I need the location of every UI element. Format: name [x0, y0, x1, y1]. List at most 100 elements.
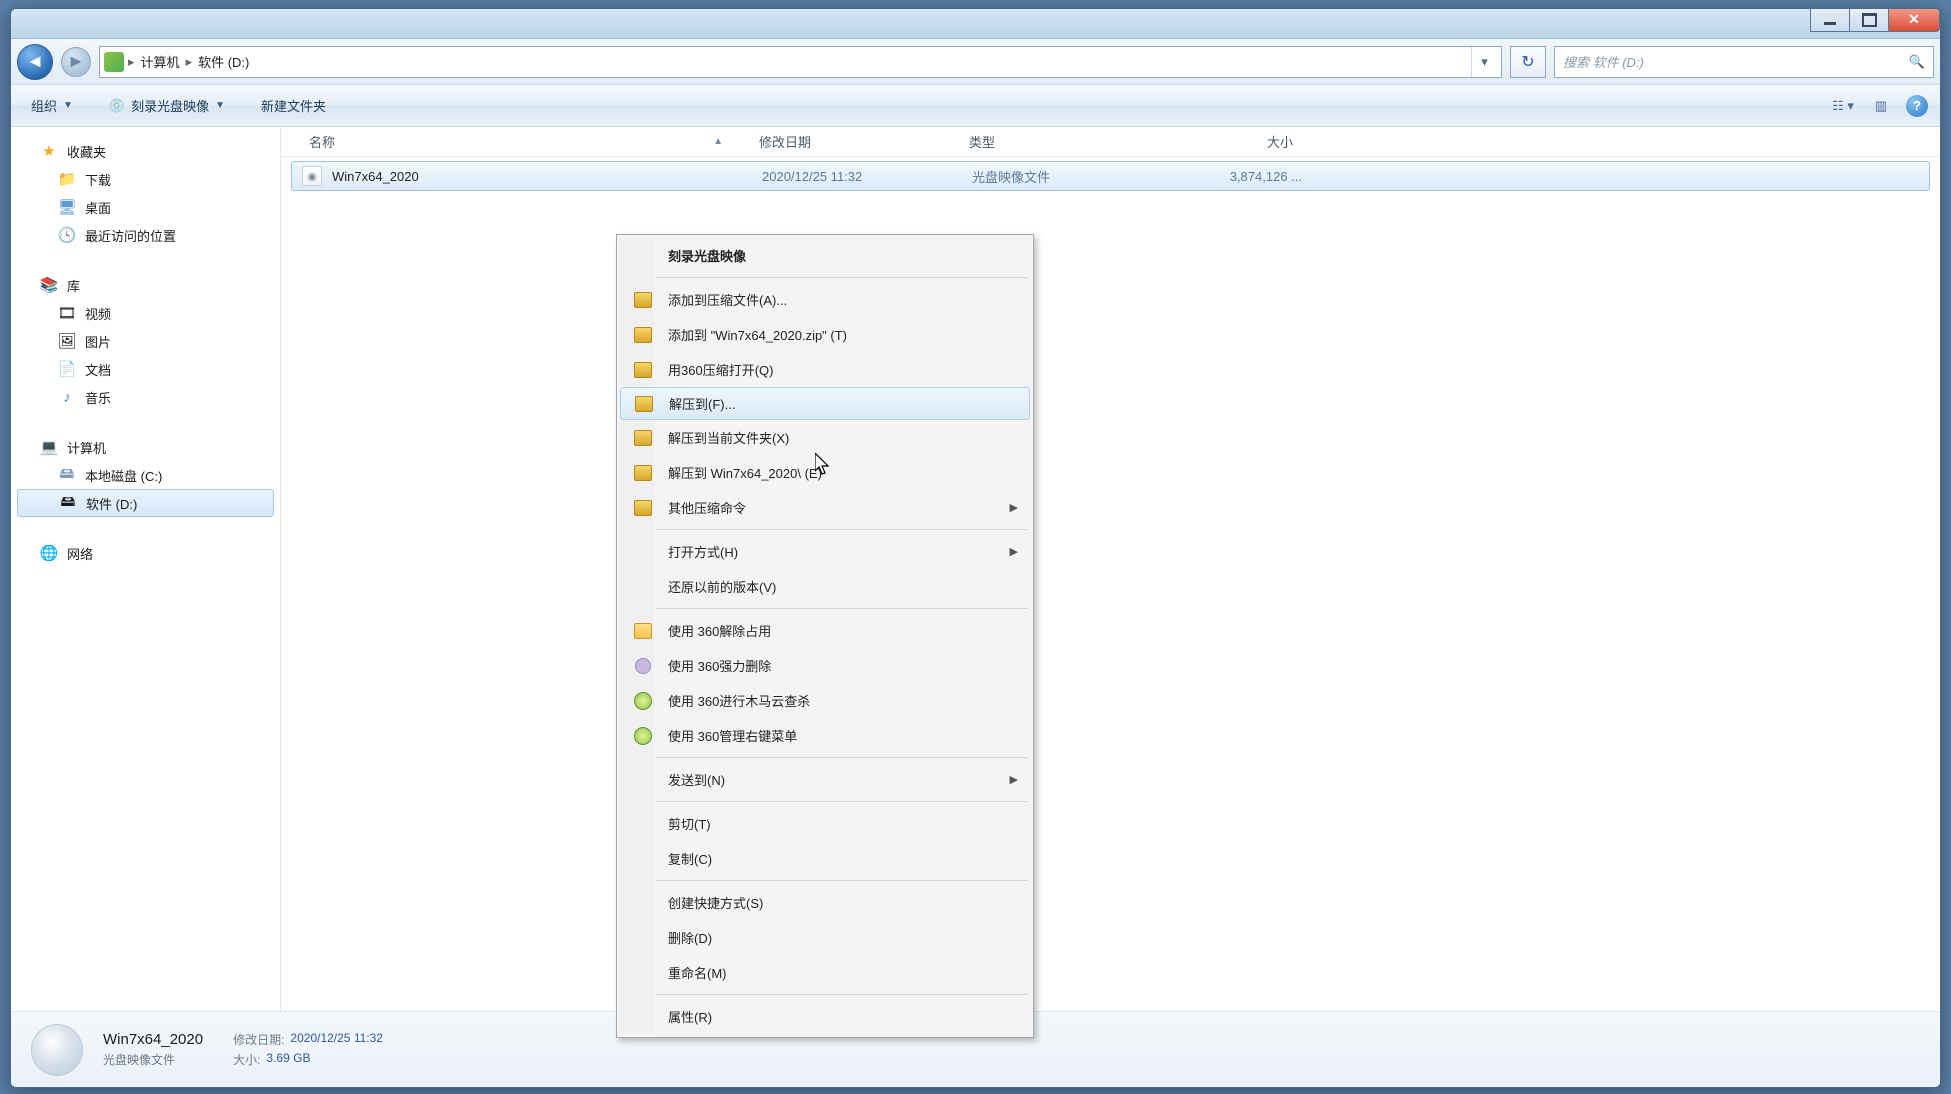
window-controls: [1811, 8, 1940, 32]
sidebar-desktop[interactable]: 🖥 桌面: [11, 193, 280, 221]
network-icon: 🌐: [39, 544, 59, 562]
sidebar-libraries[interactable]: 📚 库: [11, 271, 280, 299]
minimize-button[interactable]: [1810, 8, 1850, 32]
navigation-sidebar: ★ 收藏夹 📁 下载 🖥 桌面 🕓 最近访问的位置 📚: [11, 127, 281, 1011]
cm-cut[interactable]: 剪切(T): [620, 806, 1030, 841]
cm-separator: [656, 529, 1028, 530]
cm-360-force-delete[interactable]: 使用 360强力删除: [620, 648, 1030, 683]
preview-pane-button[interactable]: ▥: [1868, 94, 1894, 118]
cm-separator: [656, 277, 1028, 278]
picture-icon: 🖼: [57, 332, 77, 350]
cm-separator: [656, 757, 1028, 758]
cm-restore-prev[interactable]: 还原以前的版本(V): [620, 569, 1030, 604]
cm-extract-folder[interactable]: 解压到 Win7x64_2020\ (E): [620, 455, 1030, 490]
file-name: Win7x64_2020: [332, 169, 762, 184]
sidebar-computer[interactable]: 💻 计算机: [11, 433, 280, 461]
cm-send-to[interactable]: 发送到(N) ▶: [620, 762, 1030, 797]
cm-extract-here[interactable]: 解压到当前文件夹(X): [620, 420, 1030, 455]
cm-burn-image[interactable]: 刻录光盘映像: [620, 238, 1030, 273]
cm-360-unlock[interactable]: 使用 360解除占用: [620, 613, 1030, 648]
video-icon: 🎞: [57, 304, 77, 322]
column-type[interactable]: 类型: [961, 132, 1161, 151]
cm-delete[interactable]: 删除(D): [620, 920, 1030, 955]
cm-add-archive[interactable]: 添加到压缩文件(A)...: [620, 282, 1030, 317]
sidebar-documents[interactable]: 📄 文档: [11, 355, 280, 383]
maximize-button[interactable]: [1849, 8, 1889, 32]
submenu-arrow-icon: ▶: [1010, 501, 1018, 514]
sidebar-recent[interactable]: 🕓 最近访问的位置: [11, 221, 280, 249]
cm-open-360zip[interactable]: 用360压缩打开(Q): [620, 352, 1030, 387]
disc-icon: 💿: [109, 98, 125, 114]
search-input[interactable]: 搜索 软件 (D:) 🔍: [1554, 46, 1934, 78]
file-list[interactable]: ◉ Win7x64_2020 2020/12/25 11:32 光盘映像文件 3…: [281, 157, 1940, 1011]
details-size-label: 大小:: [233, 1051, 260, 1068]
desktop-icon: 🖥: [57, 198, 77, 216]
folder-icon: 📁: [57, 170, 77, 188]
cm-open-with[interactable]: 打开方式(H) ▶: [620, 534, 1030, 569]
sidebar-software-d[interactable]: 🖴 软件 (D:): [17, 489, 274, 517]
column-date[interactable]: 修改日期: [751, 132, 961, 151]
cm-360-manage-menu[interactable]: 使用 360管理右键菜单: [620, 718, 1030, 753]
sidebar-music[interactable]: ♪ 音乐: [11, 383, 280, 411]
details-date-value: 2020/12/25 11:32: [290, 1031, 383, 1048]
cm-360-scan[interactable]: 使用 360进行木马云查杀: [620, 683, 1030, 718]
iso-file-icon: ◉: [302, 166, 322, 186]
sidebar-videos[interactable]: 🎞 视频: [11, 299, 280, 327]
cm-create-shortcut[interactable]: 创建快捷方式(S): [620, 885, 1030, 920]
details-size-value: 3.69 GB: [266, 1051, 310, 1068]
search-icon[interactable]: 🔍: [1909, 54, 1925, 70]
dropdown-icon: ▼: [63, 100, 73, 111]
manage-icon: [634, 727, 652, 745]
view-options-button[interactable]: ☷ ▾: [1830, 94, 1856, 118]
cm-rename[interactable]: 重命名(M): [620, 955, 1030, 990]
sidebar-pictures[interactable]: 🖼 图片: [11, 327, 280, 355]
archive-icon: [634, 292, 652, 308]
refresh-button[interactable]: ↻: [1510, 46, 1546, 78]
details-thumbnail-icon: [31, 1024, 83, 1076]
organize-button[interactable]: 组织 ▼: [23, 92, 81, 119]
scan-icon: [634, 692, 652, 710]
unlock-icon: [634, 623, 652, 639]
forward-button[interactable]: ►: [61, 47, 91, 77]
sidebar-local-c[interactable]: 🖴 本地磁盘 (C:): [11, 461, 280, 489]
new-folder-button[interactable]: 新建文件夹: [253, 92, 334, 119]
breadcrumb-drive[interactable]: 软件 (D:): [192, 52, 255, 71]
file-row[interactable]: ◉ Win7x64_2020 2020/12/25 11:32 光盘映像文件 3…: [291, 161, 1930, 191]
drive-icon: 🖴: [57, 466, 77, 484]
column-name[interactable]: 名称 ▲: [301, 132, 751, 151]
sidebar-downloads[interactable]: 📁 下载: [11, 165, 280, 193]
force-delete-icon: [635, 658, 651, 674]
cm-separator: [656, 994, 1028, 995]
music-icon: ♪: [57, 388, 77, 406]
close-button[interactable]: [1888, 8, 1940, 32]
document-icon: 📄: [57, 360, 77, 378]
submenu-arrow-icon: ▶: [1010, 545, 1018, 558]
star-icon: ★: [39, 142, 59, 160]
details-type: 光盘映像文件: [103, 1051, 203, 1068]
content-area: 名称 ▲ 修改日期 类型 大小 ◉ Win7x64_2020 2020/12/2…: [281, 127, 1940, 1011]
search-placeholder: 搜索 软件 (D:): [1563, 52, 1644, 71]
cm-copy[interactable]: 复制(C): [620, 841, 1030, 876]
drive-icon: 🖴: [58, 494, 78, 512]
sidebar-favorites[interactable]: ★ 收藏夹: [11, 137, 280, 165]
address-bar[interactable]: ▸ 计算机 ▸ 软件 (D:) ▾: [99, 46, 1502, 78]
help-button[interactable]: ?: [1906, 95, 1928, 117]
archive-icon: [634, 430, 652, 446]
dropdown-icon: ▼: [215, 100, 225, 111]
archive-icon: [634, 465, 652, 481]
cm-extract-to[interactable]: 解压到(F)...: [620, 387, 1030, 420]
cm-add-zip[interactable]: 添加到 "Win7x64_2020.zip" (T): [620, 317, 1030, 352]
burn-image-button[interactable]: 💿 刻录光盘映像 ▼: [101, 92, 233, 119]
address-dropdown[interactable]: ▾: [1471, 47, 1497, 77]
column-size[interactable]: 大小: [1161, 132, 1301, 151]
file-size: 3,874,126 ...: [1172, 169, 1302, 184]
archive-icon: [634, 362, 652, 378]
cm-properties[interactable]: 属性(R): [620, 999, 1030, 1034]
back-button[interactable]: ◄: [17, 44, 53, 80]
file-type: 光盘映像文件: [972, 167, 1172, 186]
breadcrumb-computer[interactable]: 计算机: [135, 52, 186, 71]
cm-other-zip[interactable]: 其他压缩命令 ▶: [620, 490, 1030, 525]
sidebar-network[interactable]: 🌐 网络: [11, 539, 280, 567]
computer-icon: 💻: [39, 438, 59, 456]
column-headers: 名称 ▲ 修改日期 类型 大小: [281, 127, 1940, 157]
